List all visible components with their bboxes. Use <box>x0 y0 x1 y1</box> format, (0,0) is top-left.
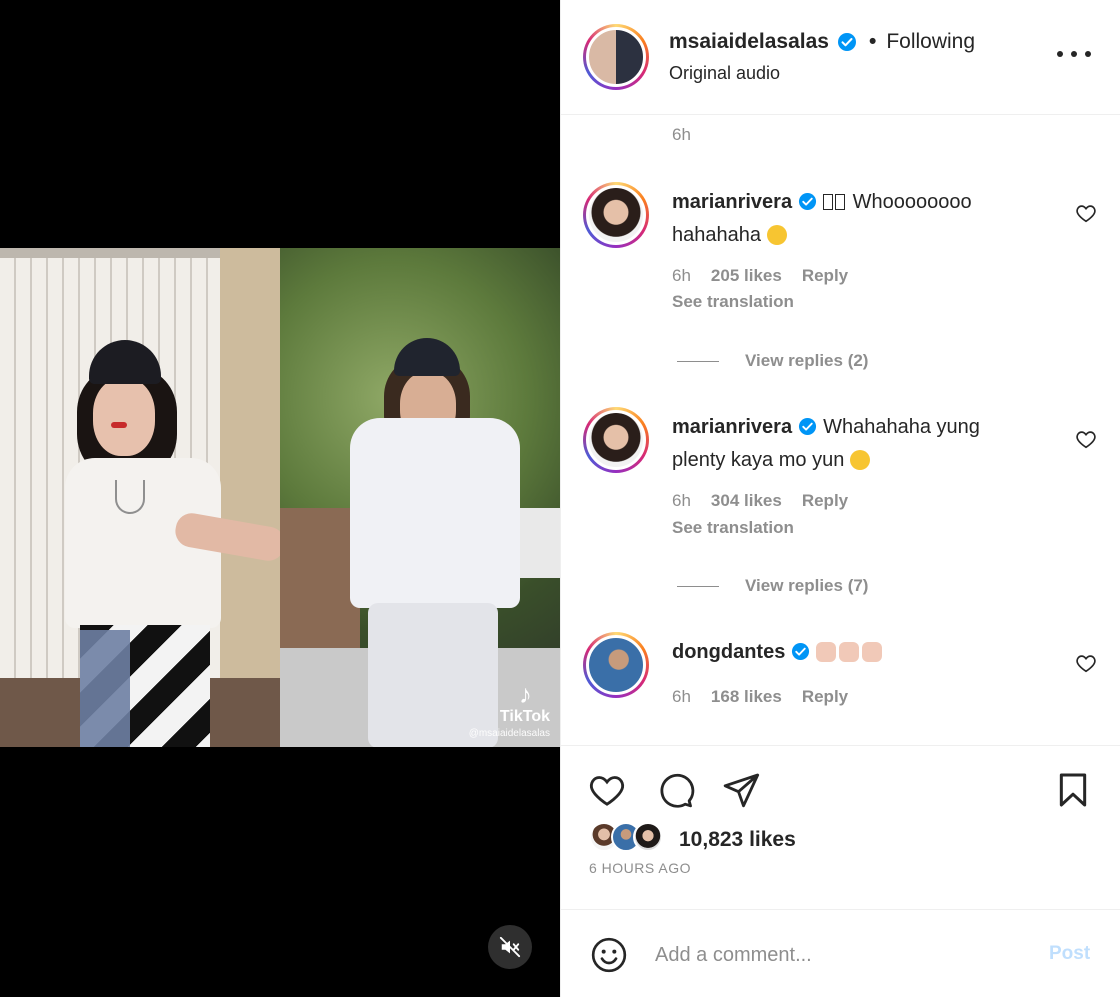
speaker-muted-icon <box>499 936 521 958</box>
comment-likes[interactable]: 304 likes <box>711 491 782 511</box>
verified-badge-icon <box>791 642 810 661</box>
comment-text: marianrivera Whahahaha yung plenty kaya m… <box>672 411 1052 477</box>
comment-icon <box>660 773 695 808</box>
reply-button[interactable]: Reply <box>802 687 848 707</box>
comment-line-2: hahahaha <box>672 224 761 246</box>
share-button[interactable] <box>721 770 763 812</box>
author-line: msaiaidelasalas • Following <box>669 30 975 54</box>
heart-icon <box>1076 655 1096 673</box>
liker-avatar <box>633 822 663 852</box>
post-panel: msaiaidelasalas • Following Original aud… <box>560 0 1120 997</box>
comment-meta: 6h 304 likes Reply <box>672 491 868 511</box>
video-player[interactable]: ♪ TikTok @msaiaidelasalas <box>0 0 560 997</box>
comment-time: 6h <box>672 687 691 706</box>
verified-badge-icon <box>798 192 817 211</box>
reply-button[interactable]: Reply <box>802 266 848 286</box>
video-clip-right: ♪ TikTok @msaiaidelasalas <box>280 248 560 747</box>
post-actions: 10,823 likes 6 HOURS AGO <box>561 745 1120 910</box>
tiktok-handle: @msaiaidelasalas <box>468 728 550 739</box>
heart-eyes-emoji-icon <box>766 225 787 245</box>
comment-composer: Post <box>561 911 1120 997</box>
tiktok-watermark: ♪ TikTok @msaiaidelasalas <box>430 681 550 741</box>
commenter-avatar[interactable] <box>583 632 649 698</box>
save-button[interactable] <box>1053 770 1095 812</box>
comment-meta: 6h 168 likes Reply <box>672 687 868 707</box>
bookmark-icon <box>1059 773 1087 807</box>
commenter-avatar[interactable] <box>583 407 649 473</box>
liked-by-avatars[interactable] <box>589 822 673 856</box>
unsupported-glyph-icon <box>823 194 834 210</box>
smiley-icon <box>591 937 627 973</box>
clapping-hands-emoji-icon <box>862 642 883 662</box>
video-clip-left <box>0 248 280 747</box>
heart-icon <box>1076 205 1096 223</box>
emoji-picker-button[interactable] <box>589 935 629 975</box>
dancer-left <box>55 340 280 747</box>
audio-link[interactable]: Original audio <box>669 63 780 84</box>
commenter-username[interactable]: dongdantes <box>672 641 785 663</box>
post-comment-button[interactable]: Post <box>1049 943 1090 965</box>
comment-item: marianrivera Whoooooooo hahahaha 6h 205 … <box>561 182 1120 392</box>
comment-text: dongdantes <box>672 636 1052 669</box>
astonished-emoji-icon <box>849 450 870 470</box>
view-replies-label: View replies (2) <box>745 351 869 370</box>
comment-like-button[interactable] <box>1075 202 1097 224</box>
like-button[interactable] <box>587 770 629 812</box>
comment-time: 6h <box>672 491 691 510</box>
heart-icon <box>589 776 625 806</box>
comment-input[interactable] <box>655 937 1035 973</box>
comment-time: 6h <box>672 266 691 285</box>
comment-likes[interactable]: 205 likes <box>711 266 782 286</box>
comment-likes[interactable]: 168 likes <box>711 687 782 707</box>
replies-divider <box>677 585 719 587</box>
heart-icon <box>1076 431 1096 449</box>
post-header: msaiaidelasalas • Following Original aud… <box>561 0 1120 115</box>
reply-button[interactable]: Reply <box>802 491 848 511</box>
view-replies-button[interactable]: View replies (2) <box>677 351 868 371</box>
more-horizontal-icon <box>1057 51 1063 57</box>
author-avatar[interactable] <box>583 24 649 90</box>
send-icon <box>723 773 760 808</box>
video-frame: ♪ TikTok @msaiaidelasalas <box>0 248 560 747</box>
comment-meta: 6h 205 likes Reply <box>672 266 868 286</box>
verified-badge-icon <box>837 32 857 52</box>
comments-list[interactable]: 6h marianrivera Whoooooooo hahahaha 6h 2… <box>561 116 1120 744</box>
following-button[interactable]: Following <box>886 30 975 54</box>
mute-button[interactable] <box>488 925 532 969</box>
comment-line-1: Whoooooooo <box>852 191 972 213</box>
comment-like-button[interactable] <box>1075 652 1097 674</box>
separator-dot: • <box>868 30 877 53</box>
clapping-hands-emoji-icon <box>816 642 837 662</box>
post-likes-count[interactable]: 10,823 likes <box>679 828 796 852</box>
comment-item: dongdantes 6h 168 likes Reply <box>561 632 1120 732</box>
see-translation-link[interactable]: See translation <box>672 518 794 538</box>
commenter-username[interactable]: marianrivera <box>672 191 792 213</box>
view-replies-label: View replies (7) <box>745 576 869 595</box>
commenter-avatar[interactable] <box>583 182 649 248</box>
comment-text: marianrivera Whoooooooo hahahaha <box>672 186 1052 252</box>
tiktok-logo-icon: ♪ <box>519 679 532 709</box>
replies-divider <box>677 360 719 362</box>
previous-comment-time: 6h <box>672 125 691 144</box>
author-username[interactable]: msaiaidelasalas <box>669 30 829 54</box>
tiktok-label: TikTok <box>499 708 550 725</box>
view-replies-button[interactable]: View replies (7) <box>677 576 868 596</box>
post-timestamp: 6 HOURS AGO <box>589 860 691 876</box>
unsupported-glyph-icon <box>835 194 846 210</box>
clapping-hands-emoji-icon <box>839 642 860 662</box>
verified-badge-icon <box>798 417 817 436</box>
comment-line-1: Whahahaha yung <box>823 416 980 438</box>
see-translation-link[interactable]: See translation <box>672 292 794 312</box>
more-options-button[interactable] <box>1057 44 1091 64</box>
commenter-username[interactable]: marianrivera <box>672 416 792 438</box>
comment-like-button[interactable] <box>1075 428 1097 450</box>
comment-line-2: plenty kaya mo yun <box>672 449 845 471</box>
comment-item: marianrivera Whahahaha yung plenty kaya m… <box>561 407 1120 617</box>
comment-button[interactable] <box>655 770 697 812</box>
